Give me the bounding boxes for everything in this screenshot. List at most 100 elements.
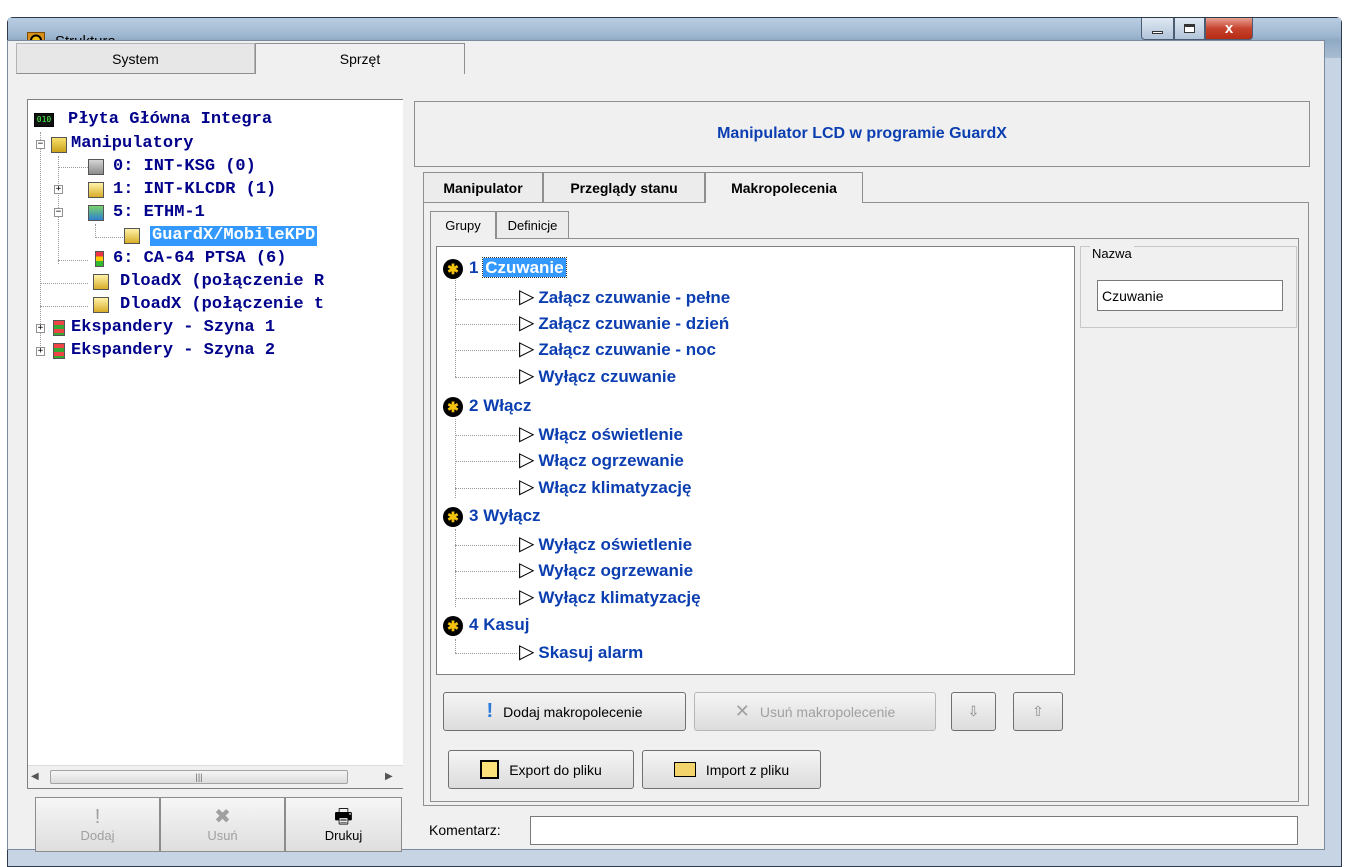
arrow-icon: ▷: [519, 586, 535, 608]
group-name: Wyłącz: [483, 506, 541, 525]
top-tab-bar: System Sprzęt: [16, 43, 1319, 74]
import-button[interactable]: Import z pliku: [642, 750, 821, 789]
macro-item[interactable]: ▷ Włącz ogrzewanie: [519, 449, 684, 472]
maximize-button[interactable]: [1174, 18, 1205, 40]
expander-icon: [53, 343, 65, 359]
tab-grupy[interactable]: Grupy: [430, 211, 496, 239]
dloadx-icon: [93, 274, 109, 290]
group-3[interactable]: ✱ 3 Wyłącz: [443, 505, 541, 527]
folder-open-icon: [673, 762, 696, 777]
close-button[interactable]: x: [1205, 18, 1253, 40]
group-name: Kasuj: [483, 615, 530, 634]
printer-icon: 🖶: [334, 806, 353, 828]
arrow-icon: ▷: [519, 641, 535, 663]
group-icon: ✱: [443, 258, 463, 279]
delete-button-label: Usuń: [207, 828, 238, 843]
macro-item[interactable]: ▷ Wyłącz klimatyzację: [519, 586, 701, 609]
ethernet-module-icon: [88, 205, 104, 221]
traffic-light-icon: [95, 251, 104, 267]
add-button[interactable]: ! Dodaj: [35, 797, 160, 852]
tree-node-ethm-1[interactable]: 5: ETHM-1: [113, 203, 205, 223]
macro-item[interactable]: ▷ Wyłącz ogrzewanie: [519, 559, 693, 582]
macro-item[interactable]: ▷ Wyłącz czuwanie: [519, 365, 676, 388]
arrow-down-icon: ⇩: [967, 703, 980, 719]
remove-icon: ✕: [734, 701, 750, 721]
page-title: Manipulator LCD w programie GuardX: [414, 101, 1310, 167]
print-button-label: Drukuj: [324, 828, 363, 843]
move-up-button[interactable]: ⇧: [1013, 692, 1063, 731]
group-2[interactable]: ✱ 2 Włącz: [443, 395, 531, 417]
guardx-icon: [124, 228, 140, 244]
keypad-lcd-icon: [88, 182, 104, 198]
macro-groups-tree[interactable]: ✱ 1 Czuwanie ▷ Załącz czuwanie - pełne ▷ Za…: [436, 246, 1075, 675]
tab-sprzet[interactable]: Sprzęt: [255, 43, 465, 74]
add-macro-button[interactable]: ! Dodaj makropolecenie: [443, 692, 686, 731]
tree-node-ekspandery-2[interactable]: Ekspandery - Szyna 2: [71, 341, 275, 361]
minimize-icon: [1152, 31, 1163, 34]
scrollbar-thumb[interactable]: |||: [50, 770, 348, 784]
tree-node-int-ksg[interactable]: 0: INT-KSG (0): [113, 157, 256, 177]
arrow-icon: ▷: [519, 365, 535, 387]
keypad-gray-icon: [88, 159, 104, 175]
comment-input[interactable]: [530, 816, 1298, 845]
expand-icon[interactable]: +: [36, 324, 45, 333]
tree-node-dloadx-t[interactable]: DloadX (połączenie t: [120, 295, 324, 315]
exclamation-icon: !: [94, 806, 101, 828]
print-button[interactable]: 🖶 Drukuj: [285, 797, 402, 852]
collapse-icon[interactable]: −: [54, 208, 63, 217]
tree-root[interactable]: Płyta Główna Integra: [68, 110, 272, 130]
tree-node-dloadx-r[interactable]: DloadX (połączenie R: [120, 272, 324, 292]
tab-przeglady-stanu[interactable]: Przeglądy stanu: [543, 172, 705, 203]
move-down-button[interactable]: ⇩: [951, 692, 996, 731]
close-icon: x: [1224, 20, 1234, 37]
device-tree[interactable]: 010 Płyta Główna Integra − Manipulatory …: [27, 99, 405, 789]
macro-item[interactable]: ▷ Załącz czuwanie - pełne: [519, 286, 730, 309]
minimize-button[interactable]: [1141, 18, 1174, 40]
collapse-icon[interactable]: −: [36, 140, 45, 149]
tree-node-manipulatory[interactable]: Manipulatory: [71, 134, 193, 154]
board-icon: 010: [34, 113, 54, 127]
name-label: Nazwa: [1090, 246, 1134, 261]
tab-manipulator[interactable]: Manipulator: [423, 172, 543, 203]
arrow-icon: ▷: [519, 559, 535, 581]
arrow-icon: ▷: [519, 423, 535, 445]
tab-definicje[interactable]: Definicje: [496, 211, 569, 239]
tree-node-guardx[interactable]: GuardX/MobileKPD: [150, 226, 318, 246]
arrow-icon: ▷: [519, 476, 535, 498]
maximize-icon: [1184, 24, 1195, 33]
macro-item[interactable]: ▷ Wyłącz oświetlenie: [519, 533, 692, 556]
expand-icon[interactable]: +: [36, 347, 45, 356]
macro-item[interactable]: ▷ Skasuj alarm: [519, 641, 643, 664]
delete-button[interactable]: ✖ Usuń: [160, 797, 285, 852]
group-4[interactable]: ✱ 4 Kasuj: [443, 614, 530, 636]
group-icon: ✱: [443, 615, 463, 636]
group-icon: ✱: [443, 396, 463, 417]
tab-makropolecenia[interactable]: Makropolecenia: [705, 172, 863, 203]
add-button-label: Dodaj: [80, 828, 115, 843]
macro-item[interactable]: ▷ Włącz oświetlenie: [519, 423, 683, 446]
group-name: Czuwanie: [482, 257, 567, 278]
arrow-up-icon: ⇧: [1032, 703, 1044, 719]
group-1[interactable]: ✱ 1 Czuwanie: [443, 257, 567, 279]
remove-macro-button[interactable]: ✕ Usuń makropolecenie: [694, 692, 936, 731]
delete-icon: ✖: [214, 806, 231, 828]
tree-horizontal-scrollbar[interactable]: ◀ ||| ▶: [28, 765, 404, 788]
scroll-right-icon[interactable]: ▶: [385, 771, 393, 782]
export-button[interactable]: Export do pliku: [448, 750, 634, 789]
tree-node-ekspandery-1[interactable]: Ekspandery - Szyna 1: [71, 318, 275, 338]
arrow-icon: ▷: [519, 286, 535, 308]
scroll-left-icon[interactable]: ◀: [31, 771, 39, 782]
arrow-icon: ▷: [519, 312, 535, 334]
pane-splitter[interactable]: [403, 99, 409, 789]
tree-node-int-klcdr[interactable]: 1: INT-KLCDR (1): [113, 180, 276, 200]
expander-icon: [53, 320, 65, 336]
macro-item[interactable]: ▷ Załącz czuwanie - noc: [519, 338, 716, 361]
expand-icon[interactable]: +: [54, 185, 63, 194]
tree-node-ca64-ptsa[interactable]: 6: CA-64 PTSA (6): [113, 249, 286, 269]
tab-system[interactable]: System: [16, 43, 255, 74]
macro-item[interactable]: ▷ Załącz czuwanie - dzień: [519, 312, 729, 335]
macro-item[interactable]: ▷ Włącz klimatyzację: [519, 476, 691, 499]
comment-label: Komentarz:: [429, 822, 501, 838]
exclamation-icon: !: [486, 700, 494, 722]
name-input[interactable]: [1097, 280, 1283, 311]
